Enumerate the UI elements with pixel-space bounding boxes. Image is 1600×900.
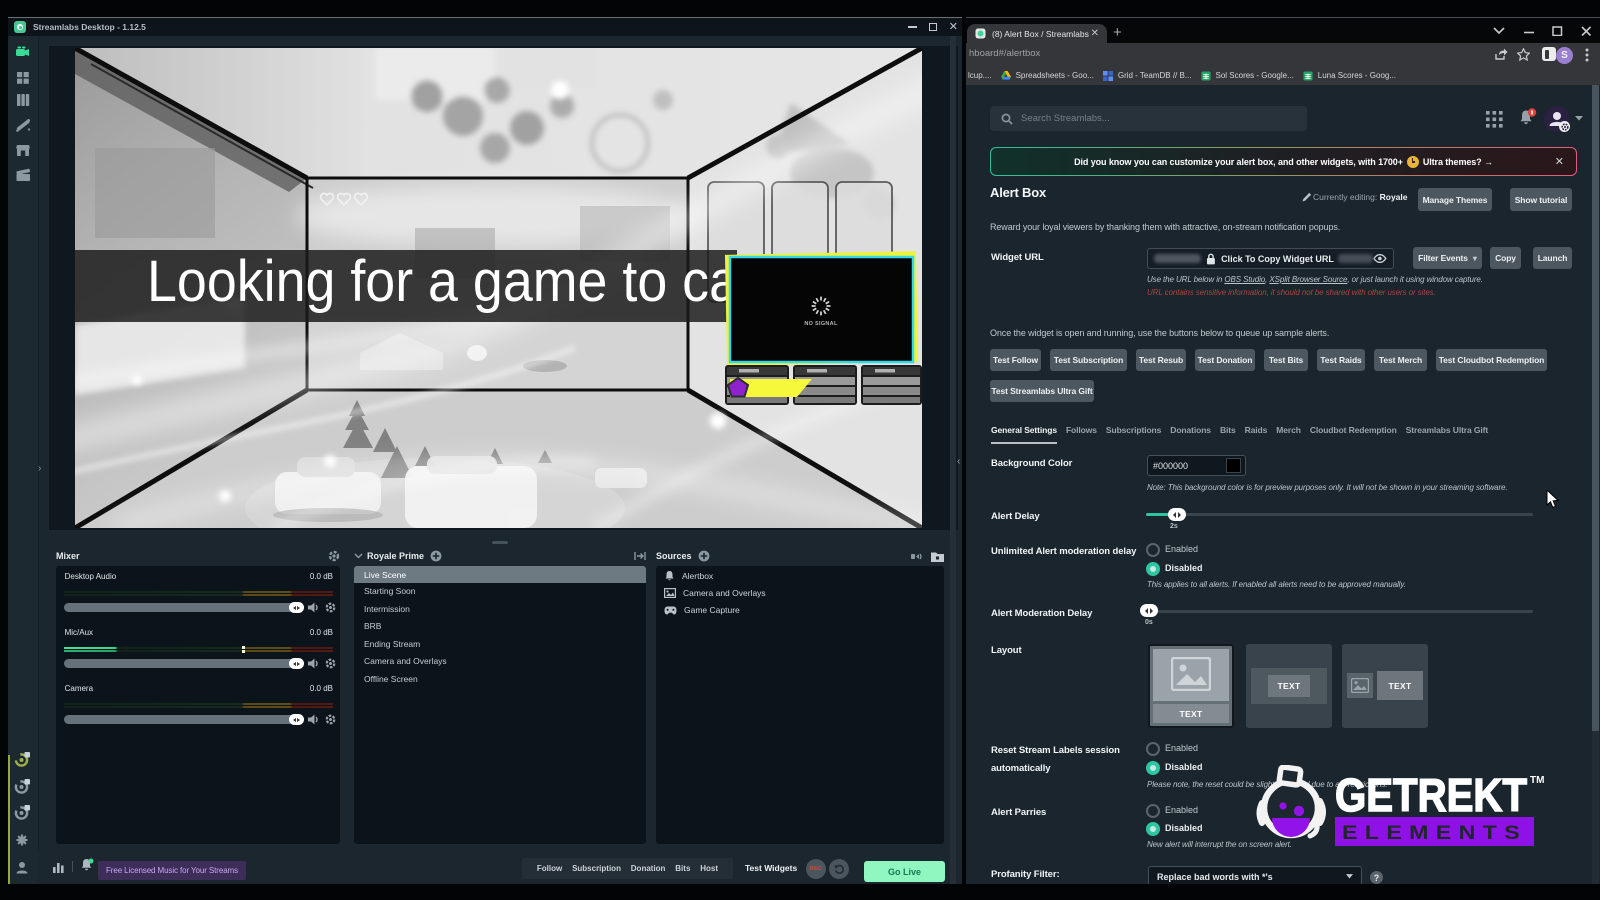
svg-text:GETREKT: GETREKT [1335, 769, 1527, 821]
svg-text:ELEMENTS: ELEMENTS [1342, 823, 1527, 844]
svg-text:Looking for a game to ca: Looking for a game to ca [147, 249, 740, 314]
svg-text:NO SIGNAL: NO SIGNAL [804, 321, 838, 327]
svg-text:TM: TM [1530, 775, 1544, 786]
